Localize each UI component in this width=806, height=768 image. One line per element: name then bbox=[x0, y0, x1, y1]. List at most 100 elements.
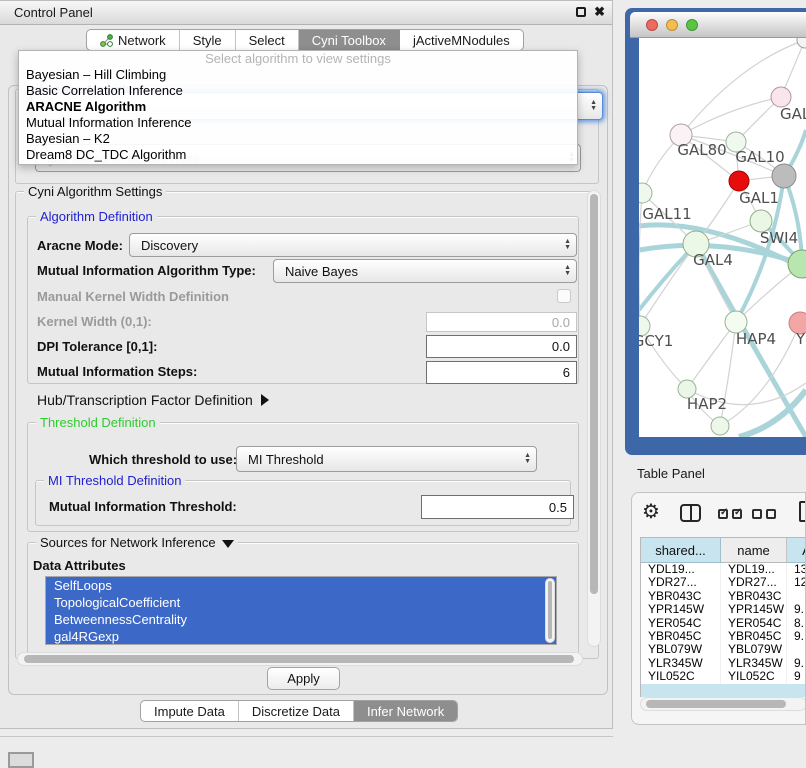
attribute-item-gal4rgexp[interactable]: gal4RGexp bbox=[46, 628, 556, 645]
aracne-mode-combobox[interactable]: Discovery ▲▼ bbox=[129, 233, 577, 257]
manual-kernel-checkbox[interactable] bbox=[557, 289, 571, 303]
network-edge[interactable] bbox=[640, 244, 696, 326]
gear-icon[interactable]: ⚙ bbox=[642, 499, 660, 524]
mi-threshold-value: 0.5 bbox=[549, 500, 567, 515]
attribute-item-topologicalcoefficient[interactable]: TopologicalCoefficient bbox=[46, 594, 556, 611]
network-edge[interactable] bbox=[681, 97, 781, 135]
tab-network[interactable]: Network bbox=[87, 30, 180, 50]
column-header-shared[interactable]: shared... bbox=[641, 538, 721, 563]
network-icon bbox=[100, 34, 113, 47]
table-row[interactable]: YLR345WYLR345W9. bbox=[641, 657, 806, 670]
tab-label: Network bbox=[118, 33, 166, 48]
node-label-swi4: SWI4 bbox=[760, 229, 798, 247]
table-row[interactable]: YDL19...YDL19...13 bbox=[641, 563, 806, 576]
bottom-divider bbox=[0, 736, 613, 737]
sources-group-title[interactable]: Sources for Network Inference bbox=[36, 535, 238, 550]
collapse-down-icon bbox=[222, 540, 234, 548]
columns-icon[interactable] bbox=[680, 504, 701, 522]
table-cell bbox=[787, 643, 806, 656]
mi-threshold-field[interactable]: 0.5 bbox=[421, 495, 574, 519]
show-columns-icon[interactable] bbox=[718, 509, 742, 519]
algorithm-option-bayesian-k2[interactable]: Bayesian – K2 bbox=[19, 131, 577, 147]
column-header-a[interactable]: A bbox=[787, 538, 806, 563]
table-cell: 8. bbox=[787, 617, 806, 630]
tab-jactivemnodules[interactable]: jActiveMNodules bbox=[400, 30, 523, 50]
minimize-traffic-light[interactable] bbox=[666, 19, 678, 31]
threshold-definition-title: Threshold Definition bbox=[36, 415, 160, 430]
settings-horizontal-scrollbar[interactable] bbox=[17, 652, 583, 666]
algorithm-option-aracne-algorithm[interactable]: ARACNE Algorithm bbox=[19, 99, 577, 115]
network-window-titlebar[interactable] bbox=[630, 12, 806, 38]
which-threshold-combobox[interactable]: MI Threshold ▲▼ bbox=[236, 446, 537, 472]
table-cell: YIL052C bbox=[641, 670, 721, 683]
kernel-width-field[interactable]: 0.0 bbox=[426, 312, 577, 332]
node-label-y: Y bbox=[795, 330, 806, 348]
network-node[interactable] bbox=[797, 38, 806, 48]
dpi-tolerance-field[interactable]: 0.0 bbox=[426, 335, 577, 358]
tab-style[interactable]: Style bbox=[180, 30, 236, 50]
table-row[interactable]: YBR045CYBR045C9. bbox=[641, 630, 806, 643]
zoom-traffic-light[interactable] bbox=[686, 19, 698, 31]
cyni-toolbox-panel: Inference Algorithm ▲▼ galFiltered.sif d… bbox=[8, 85, 608, 695]
table-cell: YDR27... bbox=[641, 576, 721, 589]
table-cell: YBR045C bbox=[721, 630, 787, 643]
apply-button[interactable]: Apply bbox=[267, 667, 340, 690]
close-panel-button[interactable]: ✖ bbox=[594, 4, 605, 20]
node-label-gal7: GAL7 bbox=[780, 105, 806, 123]
combo-stepper-icon: ▲▼ bbox=[564, 260, 571, 282]
table-row[interactable]: YER054CYER054C8. bbox=[641, 617, 806, 630]
table-horizontal-scrollbar[interactable] bbox=[640, 697, 806, 711]
tab-impute-data[interactable]: Impute Data bbox=[141, 701, 239, 721]
attribute-list-scrollbar[interactable] bbox=[545, 578, 555, 643]
table-panel-box: ⚙ shared...nameAYDL19...YDL19...13YDR27.… bbox=[631, 492, 806, 725]
hide-columns-icon[interactable] bbox=[752, 509, 776, 519]
mi-steps-value: 6 bbox=[563, 365, 570, 380]
mi-steps-label: Mutual Information Steps: bbox=[37, 364, 197, 379]
control-panel-tabbar: Network StyleSelectCyni ToolboxjActiveMNo… bbox=[86, 29, 524, 51]
tab-discretize-data[interactable]: Discretize Data bbox=[239, 701, 354, 721]
table-row-partial-selected[interactable] bbox=[641, 684, 806, 697]
algorithm-option-dream8-dc-tdc-algorithm[interactable]: Dream8 DC_TDC Algorithm bbox=[19, 147, 577, 163]
attribute-item-betweennesscentrality[interactable]: BetweennessCentrality bbox=[46, 611, 556, 628]
new-table-icon[interactable] bbox=[799, 501, 806, 522]
network-node[interactable] bbox=[729, 171, 749, 191]
table-cell: 9. bbox=[787, 603, 806, 616]
table-cell: YDL19... bbox=[641, 563, 721, 576]
network-node[interactable] bbox=[711, 417, 729, 435]
attribute-item-selfloops[interactable]: SelfLoops bbox=[46, 577, 556, 594]
data-attributes-list[interactable]: SelfLoopsTopologicalCoefficientBetweenne… bbox=[45, 576, 557, 645]
close-traffic-light[interactable] bbox=[646, 19, 658, 31]
mi-steps-field[interactable]: 6 bbox=[426, 361, 577, 384]
table-row[interactable]: YBL079WYBL079W bbox=[641, 643, 806, 656]
table-row[interactable]: YIL052CYIL052C9 bbox=[641, 670, 806, 683]
settings-vertical-scrollbar[interactable] bbox=[587, 190, 601, 647]
float-window-button[interactable] bbox=[576, 7, 586, 17]
network-node[interactable] bbox=[771, 87, 791, 107]
bottom-left-cut-icon bbox=[8, 752, 34, 768]
tab-label: Impute Data bbox=[154, 704, 225, 719]
network-edge[interactable] bbox=[739, 390, 806, 437]
table-cell: 9. bbox=[787, 657, 806, 670]
algorithm-option-bayesian-hill-climbing[interactable]: Bayesian – Hill Climbing bbox=[19, 67, 577, 83]
node-table[interactable]: shared...nameAYDL19...YDL19...13YDR27...… bbox=[640, 537, 806, 697]
tab-cyni-toolbox[interactable]: Cyni Toolbox bbox=[299, 30, 400, 50]
hub-definition-expander[interactable]: Hub/Transcription Factor Definition bbox=[37, 392, 269, 408]
algorithm-option-basic-correlation-inference[interactable]: Basic Correlation Inference bbox=[19, 83, 577, 99]
mi-type-combobox[interactable]: Naive Bayes ▲▼ bbox=[273, 259, 577, 283]
network-node[interactable] bbox=[772, 164, 796, 188]
tab-select[interactable]: Select bbox=[236, 30, 299, 50]
kernel-width-value: 0.0 bbox=[552, 315, 570, 330]
column-header-name[interactable]: name bbox=[721, 538, 787, 563]
network-canvas[interactable]: GAL7GAL80GAL10GAL1GAL11SWI4GAL4GCY1HAP4Y… bbox=[639, 38, 806, 437]
table-cell: YBR045C bbox=[641, 630, 721, 643]
algorithm-option-mutual-information-inference[interactable]: Mutual Information Inference bbox=[19, 115, 577, 131]
tab-infer-network[interactable]: Infer Network bbox=[354, 701, 457, 721]
table-cell: YDL19... bbox=[721, 563, 787, 576]
which-threshold-value: MI Threshold bbox=[248, 452, 324, 467]
node-label-gal1: GAL1 bbox=[739, 189, 779, 207]
table-row[interactable]: YPR145WYPR145W9. bbox=[641, 603, 806, 616]
cyni-algorithm-settings-title: Cyni Algorithm Settings bbox=[24, 184, 166, 199]
table-row[interactable]: YDR27...YDR27...12 bbox=[641, 576, 806, 589]
table-row[interactable]: YBR043CYBR043C bbox=[641, 590, 806, 603]
control-panel-title: Control Panel bbox=[14, 5, 93, 20]
